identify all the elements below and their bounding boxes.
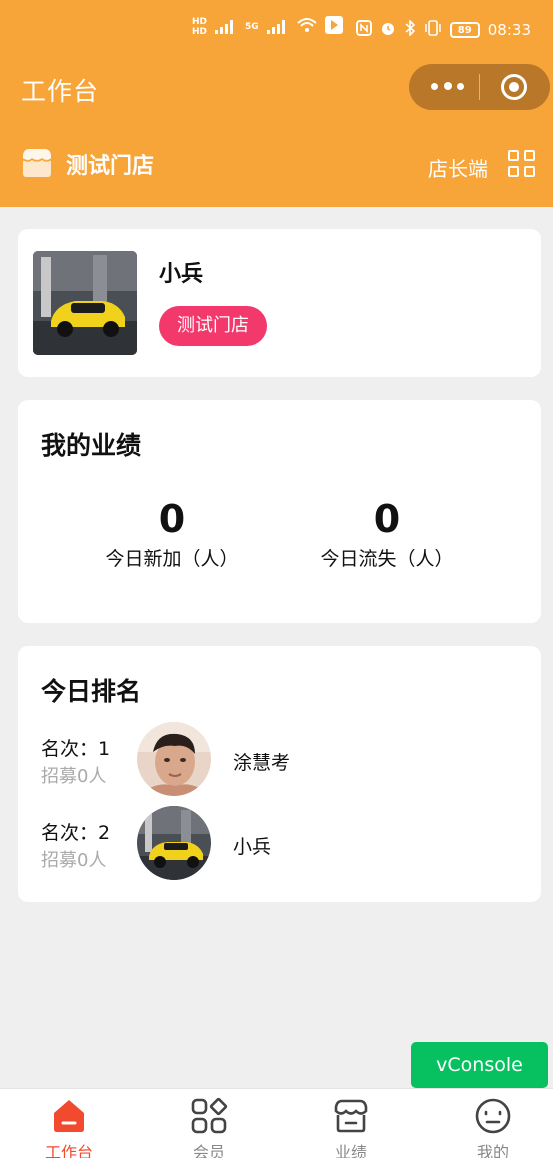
bluetooth-icon xyxy=(404,19,416,40)
stat-label: 今日流失（人） xyxy=(320,548,454,570)
smile-icon xyxy=(474,1097,512,1135)
vconsole-button[interactable]: vConsole xyxy=(411,1042,548,1088)
tab-workbench[interactable]: 工作台 xyxy=(0,1089,138,1158)
ranking-card: 今日排名 名次：1 招募0人 涂慧考 名次：2 招募0人 小兵 xyxy=(18,646,541,902)
close-program-icon[interactable] xyxy=(501,74,527,100)
stat-lost-today: 0 今日流失（人） xyxy=(287,496,487,571)
more-icon[interactable] xyxy=(431,74,471,98)
avatar xyxy=(137,722,211,796)
recruit-count: 招募0人 xyxy=(41,766,107,787)
apps-icon xyxy=(190,1097,228,1135)
page-title: 工作台 xyxy=(21,77,100,106)
nfc-icon xyxy=(355,20,372,40)
signal-icon xyxy=(215,20,237,34)
network-indicators: HD HD 5G xyxy=(192,16,343,38)
alarm-icon xyxy=(380,20,396,40)
grid-menu-icon[interactable] xyxy=(508,150,536,178)
ranking-title: 今日排名 xyxy=(41,677,142,706)
avatar xyxy=(33,251,137,355)
tab-members[interactable]: 会员 xyxy=(140,1089,278,1158)
member-name: 小兵 xyxy=(233,836,272,858)
vibrate-icon xyxy=(424,20,442,40)
network-label: 5G xyxy=(245,22,259,32)
hd-label: HD HD xyxy=(192,17,208,37)
avatar xyxy=(137,806,211,880)
user-name: 小兵 xyxy=(159,262,204,287)
home-icon xyxy=(50,1097,88,1135)
stat-new-today: 0 今日新加（人） xyxy=(72,496,272,571)
status-bar: HD HD 5G 89 08:33 xyxy=(0,14,553,48)
store-icon xyxy=(332,1097,370,1135)
store-badge: 测试门店 xyxy=(159,306,267,346)
store-name[interactable]: 测试门店 xyxy=(66,148,154,180)
ranking-row[interactable]: 名次：2 招募0人 小兵 xyxy=(41,806,521,882)
stat-value: 0 xyxy=(158,497,186,541)
stat-label: 今日新加（人） xyxy=(105,548,239,570)
system-indicators: 89 08:33 xyxy=(355,19,531,40)
stat-value: 0 xyxy=(373,497,401,541)
tab-label: 会员 xyxy=(192,1143,225,1158)
clock: 08:33 xyxy=(487,21,531,39)
signal-icon xyxy=(266,20,289,34)
performance-card: 我的业绩 0 今日新加（人） 0 今日流失（人） xyxy=(18,400,541,623)
profile-card: 小兵 测试门店 xyxy=(18,229,541,377)
app-notification-icon xyxy=(324,16,343,38)
recruit-count: 招募0人 xyxy=(41,850,107,871)
capsule-divider xyxy=(479,74,480,100)
tab-bar: 工作台 会员 业绩 我的 xyxy=(0,1088,553,1158)
ranking-row[interactable]: 名次：1 招募0人 涂慧考 xyxy=(41,722,521,798)
tab-performance[interactable]: 业绩 xyxy=(282,1089,420,1158)
rank-number: 名次：2 xyxy=(41,822,111,844)
tab-label: 工作台 xyxy=(44,1143,93,1158)
store-icon xyxy=(20,147,54,179)
tab-label: 我的 xyxy=(476,1143,509,1158)
member-name: 涂慧考 xyxy=(233,752,291,774)
performance-title: 我的业绩 xyxy=(41,431,142,460)
header: HD HD 5G 89 08:33 工作台 测试门店 店长端 xyxy=(0,0,553,207)
tab-label: 业绩 xyxy=(334,1143,367,1158)
mini-program-capsule xyxy=(409,64,550,110)
battery-icon: 89 xyxy=(449,22,480,38)
rank-number: 名次：1 xyxy=(41,738,111,760)
wifi-icon xyxy=(297,17,317,37)
role-switch-button[interactable]: 店长端 xyxy=(428,153,488,182)
tab-mine[interactable]: 我的 xyxy=(424,1089,553,1158)
